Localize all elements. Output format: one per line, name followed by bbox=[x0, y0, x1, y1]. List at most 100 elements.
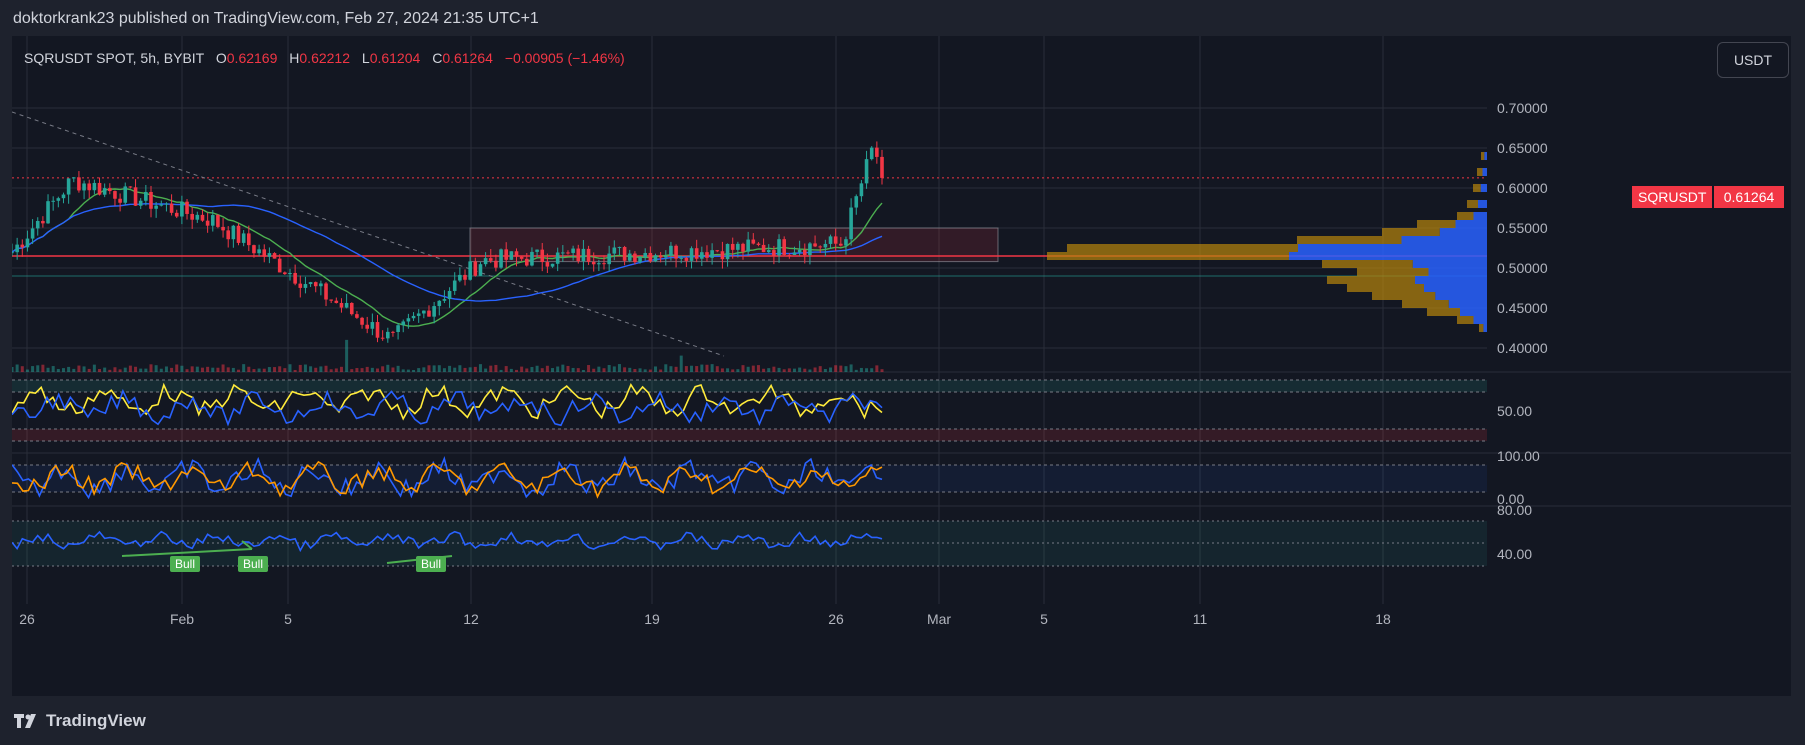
candle-body bbox=[844, 239, 848, 246]
rsi-tick-label: 50.00 bbox=[1497, 403, 1532, 419]
volume-bar bbox=[195, 366, 199, 372]
candle-body bbox=[308, 282, 313, 285]
candle-body bbox=[746, 239, 750, 252]
candle-body bbox=[581, 248, 586, 262]
candle-body bbox=[210, 215, 215, 226]
candle-body bbox=[494, 260, 498, 268]
candle-body bbox=[823, 243, 828, 248]
volume-bar bbox=[159, 368, 163, 372]
volume-profile-sell bbox=[1067, 244, 1298, 252]
volume-bar bbox=[46, 367, 50, 372]
volume-bar bbox=[370, 367, 374, 372]
volume-profile-sell bbox=[1372, 292, 1436, 300]
volume-bar bbox=[813, 367, 817, 372]
volume-bar bbox=[123, 367, 127, 372]
volume-bar bbox=[597, 366, 601, 372]
candle-body bbox=[555, 252, 560, 264]
candle-body bbox=[221, 226, 225, 231]
candle-body bbox=[787, 254, 792, 256]
volume-bar bbox=[257, 368, 261, 372]
volume-bar bbox=[865, 368, 869, 372]
volume-bar bbox=[772, 366, 776, 372]
volume-bar bbox=[458, 365, 462, 372]
candle-body bbox=[689, 248, 694, 261]
volume-bar bbox=[267, 367, 271, 372]
x-tick-label: 11 bbox=[1193, 611, 1208, 627]
y-tick-label: 0.40000 bbox=[1497, 340, 1548, 356]
chart-area[interactable]: 26 Feb 5 12 19 26 Mar 5 11 18 0.70000 0.65000 0.6000… bbox=[12, 36, 1791, 696]
candle-body bbox=[545, 262, 550, 267]
volume-bar bbox=[653, 366, 657, 372]
candle-body bbox=[391, 331, 395, 333]
price-chart-svg[interactable]: 26 Feb 5 12 19 26 Mar 5 11 18 0.70000 0.65000 0.6000… bbox=[12, 36, 1791, 696]
candle-body bbox=[710, 250, 714, 258]
volume-profile-sell bbox=[1457, 316, 1474, 324]
volume-profile-sell bbox=[1417, 220, 1456, 228]
candle-body bbox=[169, 203, 174, 213]
volume-bar bbox=[823, 368, 827, 372]
candle-body bbox=[725, 243, 730, 260]
candle-body bbox=[355, 314, 359, 318]
x-tick-label: 18 bbox=[1375, 611, 1391, 627]
candle-body bbox=[370, 322, 375, 329]
volume-bar bbox=[700, 364, 704, 372]
volume-profile-buy bbox=[1480, 184, 1487, 192]
candle-body bbox=[633, 253, 637, 263]
volume-bar bbox=[314, 367, 318, 372]
candle-body bbox=[416, 313, 421, 316]
volume-bar bbox=[643, 369, 647, 372]
volume-bar bbox=[417, 368, 421, 372]
volume-profile-buy bbox=[1460, 308, 1487, 316]
candle-body bbox=[458, 274, 462, 281]
candle-body bbox=[216, 215, 220, 227]
volume-bar bbox=[741, 365, 745, 372]
candle-body bbox=[267, 253, 272, 257]
candle-body bbox=[586, 248, 591, 262]
volume-bar bbox=[710, 364, 714, 372]
volume-bar bbox=[859, 367, 863, 372]
volume-bar bbox=[875, 365, 879, 372]
volume-profile-buy bbox=[1483, 324, 1487, 332]
candle-body bbox=[97, 182, 102, 195]
volume-bar bbox=[108, 369, 112, 372]
candle-body bbox=[149, 191, 153, 209]
volume-bar bbox=[489, 365, 493, 372]
volume-bar bbox=[319, 366, 323, 372]
open-value: 0.62169 bbox=[226, 50, 278, 66]
volume-profile-sell bbox=[1402, 300, 1449, 308]
candle-body bbox=[324, 283, 328, 300]
candle-body bbox=[411, 315, 416, 319]
volume-bar bbox=[849, 364, 853, 372]
volume-bar bbox=[463, 367, 467, 372]
candle-body bbox=[648, 252, 653, 262]
volume-profile-buy bbox=[1478, 200, 1487, 208]
volume-bar bbox=[829, 367, 833, 372]
candle-body bbox=[869, 147, 874, 160]
candle-body bbox=[715, 250, 720, 252]
candle-body bbox=[12, 252, 14, 254]
volume-bar bbox=[684, 366, 688, 372]
volume-bar bbox=[77, 365, 81, 372]
currency-button[interactable]: USDT bbox=[1717, 42, 1789, 78]
x-tick-label: 26 bbox=[19, 611, 35, 627]
candle-body bbox=[622, 247, 627, 261]
low-key: L bbox=[361, 50, 370, 66]
tradingview-logo[interactable]: TradingView bbox=[14, 711, 146, 731]
symbol-label[interactable]: SQRUSDT SPOT, 5h, BYBIT bbox=[24, 50, 204, 66]
volume-bar bbox=[175, 364, 179, 372]
volume-bar bbox=[880, 369, 884, 372]
change-value: −0.00905 (−1.46%) bbox=[504, 50, 625, 66]
volume-bar bbox=[190, 366, 194, 372]
candle-body bbox=[87, 183, 92, 191]
volume-bar bbox=[25, 369, 29, 372]
volume-bar bbox=[339, 366, 343, 372]
candle-body bbox=[365, 324, 370, 329]
volume-bar bbox=[386, 364, 390, 372]
volume-bar bbox=[623, 367, 627, 372]
candle-body bbox=[385, 331, 390, 339]
volume-bar bbox=[751, 365, 755, 372]
candle-body bbox=[422, 310, 426, 314]
volume-bar bbox=[648, 369, 652, 372]
y-tick-label: 0.70000 bbox=[1497, 100, 1548, 116]
candle-body bbox=[705, 252, 709, 258]
